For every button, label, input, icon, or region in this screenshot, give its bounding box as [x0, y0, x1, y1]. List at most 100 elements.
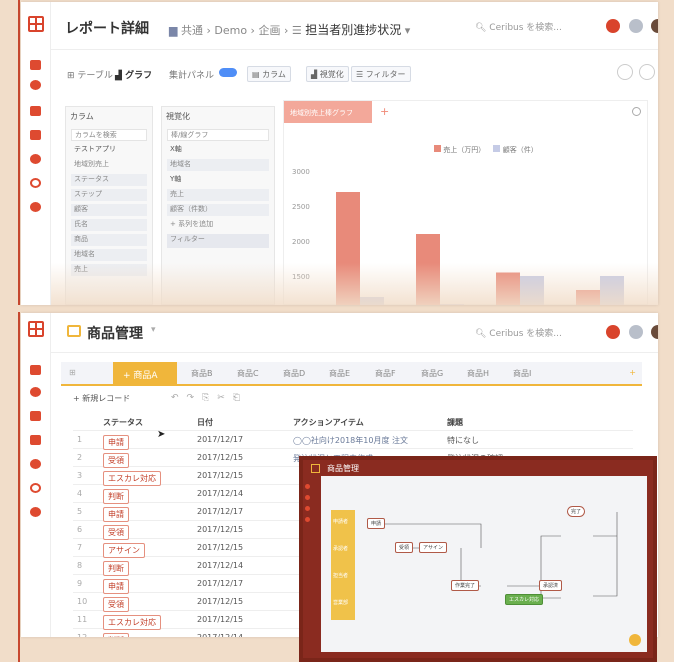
flow-node[interactable]: エスカレ対応 — [505, 594, 544, 605]
status-badge[interactable]: 判断 — [103, 489, 129, 504]
crumb-item[interactable]: 共通 — [181, 24, 203, 37]
search-input[interactable]: 🔍︎ Ceribus を検索... — [475, 326, 562, 339]
filter-button[interactable]: ☰ フィルター — [351, 66, 411, 82]
summary-toggle[interactable] — [219, 68, 237, 77]
date-cell[interactable]: 2017/12/15 — [197, 453, 243, 462]
flow-node[interactable]: 承認済 — [539, 580, 563, 591]
chevron-down-icon[interactable]: ▾ — [405, 24, 411, 37]
issue-cell[interactable]: 特になし — [447, 435, 479, 446]
column-button[interactable]: ▤ カラム — [247, 66, 291, 82]
share-icon[interactable] — [30, 154, 41, 164]
add-series[interactable]: + 系列を追加 — [167, 219, 269, 231]
date-cell[interactable]: 2017/12/14 — [197, 489, 243, 498]
group-name[interactable]: 地域別売上 — [71, 159, 147, 171]
notification-icon[interactable] — [606, 19, 620, 33]
message-icon[interactable] — [629, 19, 643, 33]
date-cell[interactable]: 2017/12/17 — [197, 579, 243, 588]
column-header[interactable]: ステータス — [103, 417, 143, 428]
column-item[interactable]: 商品 — [71, 234, 147, 246]
date-cell[interactable]: 2017/12/17 — [197, 507, 243, 516]
status-badge[interactable]: 申請 — [103, 579, 129, 594]
flow-node[interactable]: 受領 — [395, 542, 414, 553]
column-item[interactable]: ステータス — [71, 174, 147, 186]
share-icon[interactable] — [617, 64, 633, 80]
flow-node[interactable]: 作業完了 — [451, 580, 480, 591]
grid-icon[interactable]: ⊞ — [69, 368, 76, 377]
settings-icon[interactable] — [30, 202, 41, 212]
status-badge[interactable]: 判断 — [103, 561, 129, 576]
settings-icon[interactable] — [30, 507, 41, 517]
sidebar-dot[interactable] — [305, 517, 310, 522]
y-axis-item[interactable]: 顧客（件数） — [167, 204, 269, 216]
column-item[interactable]: ステップ — [71, 189, 147, 201]
sidebar-dot[interactable] — [305, 495, 310, 500]
column-header[interactable]: アクションアイテム — [293, 417, 364, 428]
tab-product[interactable]: 商品G — [421, 368, 443, 379]
date-cell[interactable]: 2017/12/17 — [197, 435, 243, 444]
tab-product[interactable]: 商品E — [329, 368, 350, 379]
column-item[interactable]: 顧客 — [71, 204, 147, 216]
column-header[interactable]: 日付 — [197, 417, 213, 428]
status-badge[interactable]: 申請 — [103, 507, 129, 522]
chart-type-select[interactable]: 棒/線グラフ — [167, 129, 269, 141]
tab-active[interactable]: + 商品A — [113, 362, 177, 384]
help-icon[interactable] — [629, 634, 641, 646]
tab-product[interactable]: 商品B — [191, 368, 213, 379]
sidebar-dot[interactable] — [305, 484, 310, 489]
dashboard-icon[interactable] — [30, 60, 41, 70]
date-cell[interactable]: 2017/12/15 — [197, 543, 243, 552]
status-badge[interactable]: 受領 — [103, 453, 129, 468]
share-icon[interactable] — [30, 459, 41, 469]
status-badge[interactable]: 受領 — [103, 597, 129, 612]
app-logo-icon[interactable] — [28, 16, 44, 32]
tab-table[interactable]: ⊞ テーブル — [67, 68, 113, 81]
history-icon[interactable] — [30, 483, 41, 493]
notification-icon[interactable] — [606, 325, 620, 339]
tab-product[interactable]: 商品F — [375, 368, 396, 379]
chevron-down-icon[interactable]: ▾ — [151, 325, 156, 335]
sidebar-dot[interactable] — [305, 506, 310, 511]
visualize-button[interactable]: ▟ 視覚化 — [306, 66, 349, 82]
list-icon[interactable] — [30, 106, 41, 116]
action-cell[interactable]: ◯◯社向け2018年10月度 注文 — [293, 435, 408, 446]
column-header[interactable]: 課題 — [447, 417, 463, 428]
column-item[interactable]: 地域名 — [71, 249, 147, 261]
date-cell[interactable]: 2017/12/15 — [197, 471, 243, 480]
status-badge[interactable]: 申請 — [103, 435, 129, 450]
dashboard-icon[interactable] — [30, 365, 41, 375]
status-badge[interactable]: 受領 — [103, 525, 129, 540]
history-icon[interactable] — [30, 178, 41, 188]
tab-product[interactable]: 商品C — [237, 368, 259, 379]
new-record-button[interactable]: + 新規レコード — [73, 393, 130, 404]
flow-node[interactable]: 申請 — [367, 518, 386, 529]
flow-node[interactable]: 完了 — [567, 506, 586, 517]
status-badge[interactable]: アサイン — [103, 543, 145, 558]
message-icon[interactable] — [629, 325, 643, 339]
status-badge[interactable]: 判断 — [103, 633, 129, 637]
list-icon[interactable] — [30, 411, 41, 421]
database-icon[interactable] — [30, 387, 41, 397]
date-cell[interactable]: 2017/12/15 — [197, 597, 243, 606]
x-axis-item[interactable]: 地域名 — [167, 159, 269, 171]
status-badge[interactable]: エスカレ対応 — [103, 615, 161, 630]
avatar[interactable] — [651, 325, 658, 339]
date-cell[interactable]: 2017/12/14 — [197, 561, 243, 570]
date-cell[interactable]: 2017/12/15 — [197, 615, 243, 624]
tab-product[interactable]: 商品H — [467, 368, 489, 379]
crumb-item[interactable]: Demo — [214, 24, 247, 37]
flow-node[interactable]: アサイン — [419, 542, 448, 553]
y-axis-item[interactable]: 売上 — [167, 189, 269, 201]
crumb-item[interactable]: 企画 — [258, 24, 280, 37]
tab-product[interactable]: 商品I — [513, 368, 531, 379]
app-name[interactable]: テストアプリ — [71, 144, 147, 156]
save-icon[interactable] — [639, 64, 655, 80]
column-search[interactable]: カラムを検索 — [71, 129, 147, 141]
crumb-current[interactable]: 担当者別進捗状況 — [305, 23, 401, 37]
tab-graph[interactable]: ▟ グラフ — [115, 68, 152, 81]
column-item[interactable]: 氏名 — [71, 219, 147, 231]
inbox-icon[interactable] — [30, 435, 41, 445]
tab-product[interactable]: 商品D — [283, 368, 305, 379]
date-cell[interactable]: 2017/12/14 — [197, 633, 243, 637]
database-icon[interactable] — [30, 80, 41, 90]
inbox-icon[interactable] — [30, 130, 41, 140]
